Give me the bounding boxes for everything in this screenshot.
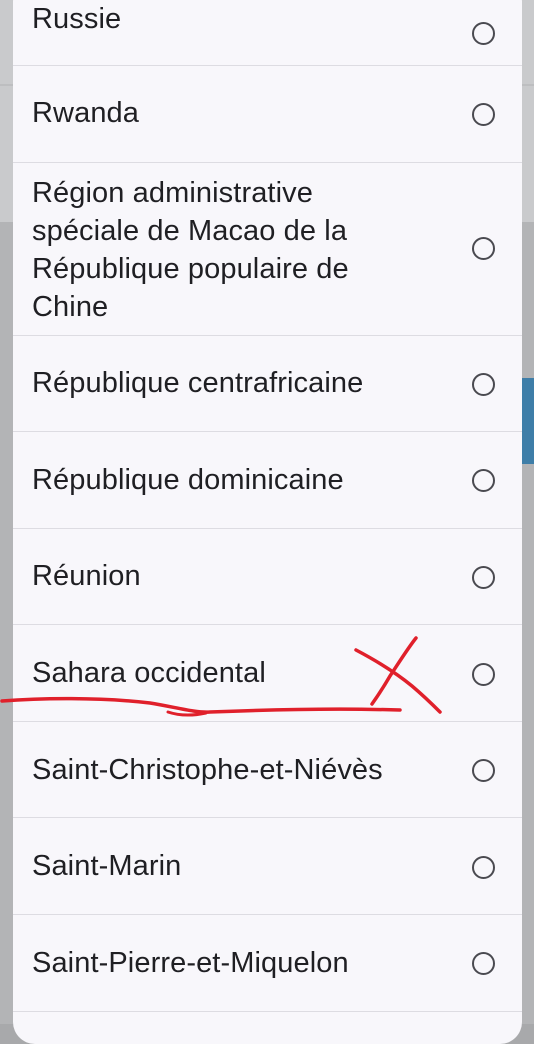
country-option-label: Saint-Christophe-et-Niévès xyxy=(32,754,383,786)
country-option-label: Réunion xyxy=(32,560,141,592)
country-option-sahara-occidental[interactable]: Sahara occidental xyxy=(13,625,522,722)
country-option-label: Sahara occidental xyxy=(32,657,266,689)
radio-button-icon[interactable] xyxy=(472,566,495,589)
country-option-label: Région administrative spéciale de Macao … xyxy=(32,177,349,323)
country-option-saint-christophe-et-nieves[interactable]: Saint-Christophe-et-Niévès xyxy=(13,722,522,818)
country-option-label: Saint-Marin xyxy=(32,850,182,882)
radio-button-icon[interactable] xyxy=(472,663,495,686)
backdrop-accent-button xyxy=(522,378,534,464)
country-option-rwanda[interactable]: Rwanda xyxy=(13,66,522,163)
radio-button-icon[interactable] xyxy=(472,469,495,492)
country-picker-dialog: Russie Rwanda Région administrative spéc… xyxy=(13,0,522,1044)
radio-button-icon[interactable] xyxy=(472,373,495,396)
country-option-macao[interactable]: Région administrative spéciale de Macao … xyxy=(13,163,522,336)
country-option-label: Russie xyxy=(32,3,122,35)
radio-button-icon[interactable] xyxy=(472,22,495,45)
country-option-saint-pierre-et-miquelon[interactable]: Saint-Pierre-et-Miquelon xyxy=(13,915,522,1012)
country-list[interactable]: Russie Rwanda Région administrative spéc… xyxy=(13,0,522,1012)
radio-button-icon[interactable] xyxy=(472,759,495,782)
country-option-label: Saint-Pierre-et-Miquelon xyxy=(32,947,349,979)
country-option-reunion[interactable]: Réunion xyxy=(13,529,522,625)
country-option-saint-marin[interactable]: Saint-Marin xyxy=(13,818,522,915)
radio-button-icon[interactable] xyxy=(472,237,495,260)
country-option-republique-dominicaine[interactable]: République dominicaine xyxy=(13,432,522,529)
radio-button-icon[interactable] xyxy=(472,856,495,879)
country-option-republique-centrafricaine[interactable]: République centrafricaine xyxy=(13,336,522,432)
country-option-label: République dominicaine xyxy=(32,464,344,496)
radio-button-icon[interactable] xyxy=(472,103,495,126)
country-option-label: République centrafricaine xyxy=(32,367,364,399)
country-option-russie[interactable]: Russie xyxy=(13,0,522,66)
radio-button-icon[interactable] xyxy=(472,952,495,975)
country-option-label: Rwanda xyxy=(32,97,139,129)
